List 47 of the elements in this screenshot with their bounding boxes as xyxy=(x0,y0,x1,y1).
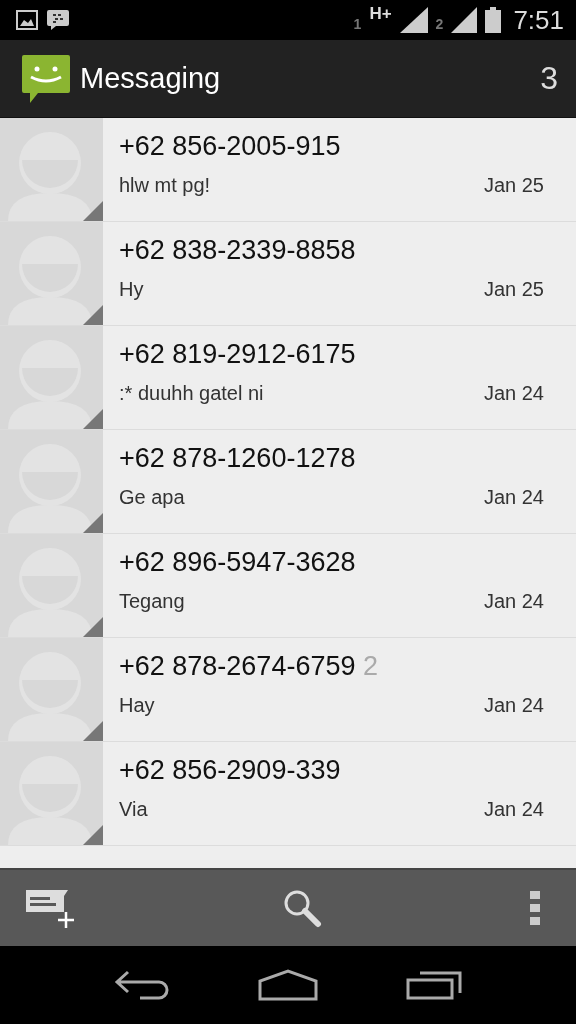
conversation-item[interactable]: +62 896-5947-3628 Tegang Jan 24 xyxy=(0,534,576,638)
conversation-item[interactable]: +62 838-2339-8858 Hy Jan 25 xyxy=(0,222,576,326)
sender-name: +62 896-5947-3628 xyxy=(119,546,357,579)
message-date: Jan 24 xyxy=(483,486,544,509)
message-snippet: Hay xyxy=(119,694,155,717)
message-snippet: Tegang xyxy=(119,590,185,613)
conversation-item[interactable]: +62 856-2005-915 hlw mt pg! Jan 25 xyxy=(0,118,576,222)
clock: 7:51 xyxy=(513,4,564,36)
sim-label: 2 xyxy=(435,16,444,32)
network-type: H+ xyxy=(369,4,392,24)
back-icon[interactable] xyxy=(114,970,170,1000)
sender-name: +62 878-1260-1278 xyxy=(119,442,357,475)
battery-icon xyxy=(485,7,502,33)
message-snippet: Via xyxy=(119,798,148,821)
picture-icon xyxy=(16,10,38,30)
conversation-item[interactable]: +62 878-1260-1278 Ge apa Jan 24 xyxy=(0,430,576,534)
message-date: Jan 25 xyxy=(483,174,544,197)
message-date: Jan 24 xyxy=(483,382,544,405)
message-snippet: :* duuhh gatel ni xyxy=(119,382,264,405)
message-snippet: Hy xyxy=(119,278,144,301)
sender-name: +62 856-2005-915 xyxy=(119,130,342,163)
more-icon[interactable] xyxy=(530,891,540,925)
signal-icon xyxy=(451,7,478,33)
conversation-item[interactable]: +62 819-2912-6175 :* duuhh gatel ni Jan 24 xyxy=(0,326,576,430)
message-date: Jan 24 xyxy=(483,590,544,613)
sender-name: +62 838-2339-8858 xyxy=(119,234,357,267)
sender-name: +62 819-2912-6175 xyxy=(119,338,357,371)
messaging-logo-icon xyxy=(22,54,70,103)
signal-icon xyxy=(399,7,428,33)
search-icon[interactable] xyxy=(282,888,322,928)
conversation-item[interactable]: +62 878-2674-6759 2 Hay Jan 24 xyxy=(0,638,576,742)
home-icon[interactable] xyxy=(258,969,318,1001)
message-date: Jan 24 xyxy=(483,798,544,821)
app-title: Messaging xyxy=(80,62,222,95)
conversation-item[interactable]: +62 856-2909-339 Via Jan 24 xyxy=(0,742,576,846)
unread-count: 3 xyxy=(540,60,558,97)
new-message-icon[interactable] xyxy=(26,888,74,928)
message-snippet: Ge apa xyxy=(119,486,185,509)
message-snippet: hlw mt pg! xyxy=(119,174,211,197)
message-date: Jan 25 xyxy=(483,278,544,301)
chat-bubble-icon xyxy=(46,9,70,31)
message-date: Jan 24 xyxy=(483,694,544,717)
sender-name: +62 878-2674-6759 2 xyxy=(119,650,379,683)
sender-name: +62 856-2909-339 xyxy=(119,754,342,787)
recent-apps-icon[interactable] xyxy=(406,970,462,1000)
sim-label: 1 xyxy=(353,16,362,32)
message-count: 2 xyxy=(363,651,378,681)
